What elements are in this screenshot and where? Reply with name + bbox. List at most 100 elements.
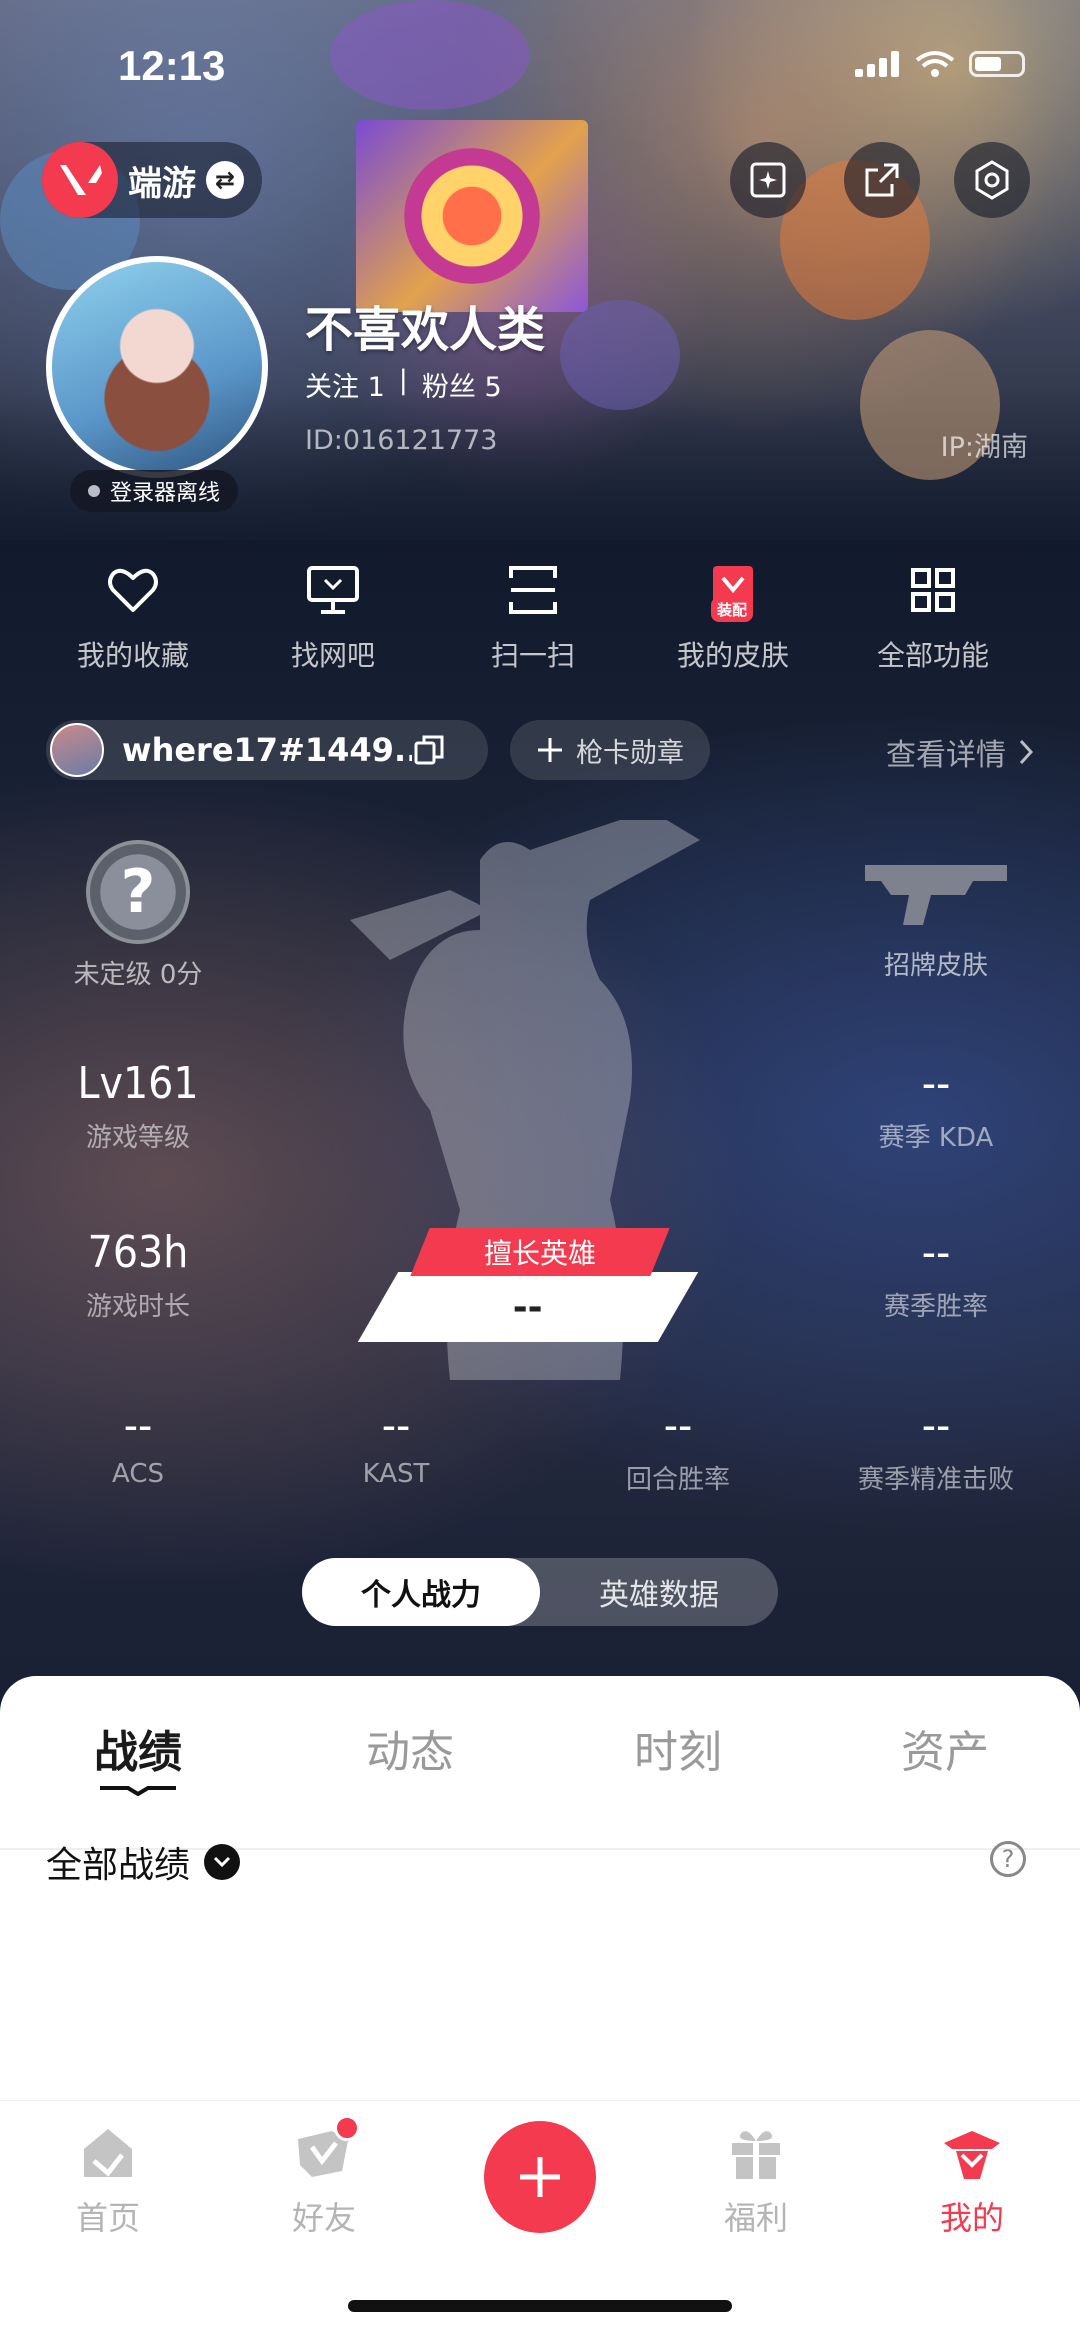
equip-badge: 装配 [711, 597, 754, 622]
copy-icon[interactable] [412, 733, 446, 767]
quick-label: 我的皮肤 [676, 639, 789, 672]
unranked-icon: ? [86, 840, 190, 944]
profile-screen: 12:13 端游 ⇄ 登录器离线 不喜欢人类 关注 1 | 粉丝 5 ID:01… [0, 0, 1080, 2337]
game-name: 端游 [128, 163, 196, 204]
share-button[interactable] [844, 142, 920, 218]
gear-icon [975, 160, 1009, 200]
kast-stat: -- KAST [266, 1400, 526, 1489]
grid-icon [903, 560, 963, 620]
quick-all-features[interactable]: 全部功能 [833, 560, 1033, 674]
chevron-down-icon [204, 1844, 241, 1880]
kast-label: KAST [362, 1459, 430, 1489]
sparkle-edit-button[interactable] [730, 142, 806, 218]
plus-icon [520, 2157, 560, 2197]
scan-icon [503, 560, 563, 620]
notification-dot [334, 2115, 360, 2141]
swap-icon: ⇄ [206, 161, 244, 199]
tab-label: 时刻 [634, 1727, 722, 1778]
sparkle-icon [750, 162, 786, 198]
hours-value: 763h [87, 1227, 189, 1278]
winrate-value: -- [921, 1227, 951, 1278]
nav-me[interactable]: 我的 [892, 2121, 1052, 2239]
best-agent-tag-text: 擅长英雄 [483, 1237, 596, 1270]
friends-icon [292, 2115, 360, 2185]
segment-personal-power[interactable]: 个人战力 [302, 1558, 540, 1626]
tab-highlights[interactable]: 时刻 [578, 1716, 778, 1780]
nav-rewards[interactable]: 福利 [676, 2121, 836, 2239]
kda-label: 赛季 KDA [878, 1123, 994, 1153]
quick-internet-cafe[interactable]: 找网吧 [233, 560, 433, 674]
quick-label: 找网吧 [290, 639, 375, 672]
following-count[interactable]: 关注 1 [305, 365, 385, 404]
quick-favorites[interactable]: 我的收藏 [33, 560, 233, 674]
avatar[interactable] [46, 256, 268, 478]
rank-label: 未定级 0分 [73, 960, 203, 990]
ip-location: IP:湖南 [940, 432, 1028, 463]
home-indicator [348, 2300, 732, 2312]
tab-records[interactable]: 战绩 [38, 1716, 238, 1796]
gun-icon [865, 865, 1007, 925]
nav-label: 首页 [75, 2199, 140, 2237]
login-status-badge: 登录器离线 [70, 470, 239, 512]
gift-icon [724, 2121, 788, 2185]
signature-skin-stat[interactable]: 招牌皮肤 [806, 855, 1066, 982]
game-switcher[interactable]: 端游 ⇄ [42, 142, 262, 218]
best-agent-tag: 擅长英雄 [410, 1228, 670, 1276]
kast-value: -- [381, 1400, 411, 1451]
round-winrate-value: -- [663, 1400, 693, 1451]
share-icon [865, 163, 899, 197]
quick-scan[interactable]: 扫一扫 [433, 560, 633, 674]
quick-my-skins[interactable]: 装配 我的皮肤 [633, 560, 833, 674]
nav-label: 福利 [723, 2199, 788, 2237]
tab-assets[interactable]: 资产 [845, 1716, 1045, 1780]
nav-home[interactable]: 首页 [28, 2121, 188, 2239]
view-details-link[interactable]: 查看详情 [886, 730, 1034, 774]
card-medal-button[interactable]: 枪卡勋章 [510, 720, 710, 780]
banner-poster-image [356, 120, 588, 312]
help-icon[interactable]: ? [990, 1841, 1026, 1877]
user-id: ID:016121773 [305, 425, 498, 456]
quick-label: 我的收藏 [76, 639, 189, 672]
chevron-right-icon [1019, 739, 1034, 765]
nickname: 不喜欢人类 [305, 302, 546, 358]
offline-dot-icon [88, 485, 100, 497]
game-account-pill[interactable]: where17#1449... [46, 720, 488, 780]
nav-friends[interactable]: 好友 [244, 2115, 404, 2239]
quick-label: 扫一扫 [490, 639, 575, 672]
tab-label: 战绩 [94, 1727, 182, 1778]
nav-label: 好友 [291, 2199, 356, 2237]
settings-button[interactable] [954, 142, 1030, 218]
tab-active-indicator [100, 1786, 176, 1796]
quick-label: 全部功能 [876, 639, 989, 672]
heart-icon [103, 560, 163, 620]
view-details-label: 查看详情 [886, 738, 1006, 773]
precise-kill-label: 赛季精准击败 [857, 1465, 1014, 1495]
best-agent-badge[interactable]: -- 擅长英雄 [357, 1228, 720, 1348]
monitor-icon [303, 560, 363, 620]
level-value: Lv161 [77, 1058, 199, 1109]
level-label: 游戏等级 [85, 1123, 190, 1153]
hours-stat: 763h 游戏时长 [8, 1227, 268, 1323]
plus-icon [538, 738, 562, 762]
home-icon [76, 2121, 140, 2185]
acs-value: -- [123, 1400, 153, 1451]
create-post-button[interactable] [484, 2121, 596, 2233]
valorant-logo-icon [42, 142, 118, 218]
fans-count[interactable]: 粉丝 5 [422, 365, 502, 404]
skin-icon: 装配 [703, 560, 763, 622]
segment-hero-data[interactable]: 英雄数据 [540, 1558, 778, 1626]
acs-stat: -- ACS [8, 1400, 268, 1489]
medal-label: 枪卡勋章 [576, 737, 684, 769]
signal-icon [855, 51, 901, 77]
tab-moments-feed[interactable]: 动态 [310, 1716, 510, 1780]
hours-label: 游戏时长 [85, 1292, 190, 1322]
login-status-text: 登录器离线 [110, 481, 221, 506]
round-winrate-stat: -- 回合胜率 [548, 1400, 808, 1496]
follow-stats: 关注 1 | 粉丝 5 [305, 365, 502, 404]
account-name: where17#1449... [122, 731, 412, 769]
quick-actions: 我的收藏 找网吧 扫一扫 装配 我的皮肤 全部功能 [0, 560, 1080, 674]
records-filter-dropdown[interactable]: 全部战绩 [46, 1836, 241, 1888]
records-filter-label: 全部战绩 [46, 1845, 191, 1886]
rank-stat[interactable]: ? 未定级 0分 [8, 840, 268, 991]
best-agent-value: -- [513, 1286, 543, 1328]
